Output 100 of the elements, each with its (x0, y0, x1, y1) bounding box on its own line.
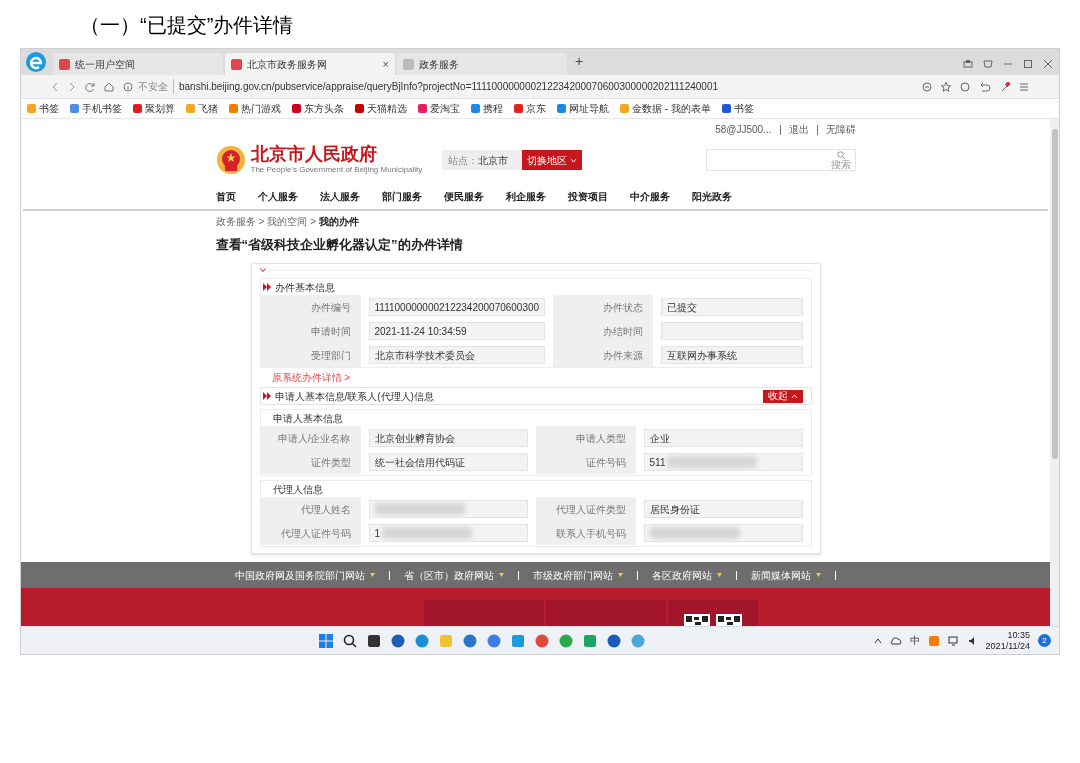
field-label: 受理部门 (310, 348, 351, 363)
clock[interactable]: 10:35 2021/11/24 (985, 629, 1030, 652)
bookmark-icon (620, 104, 629, 113)
value-field: 居民身份证 (643, 500, 803, 518)
value-field: 1 (368, 524, 528, 542)
breadcrumb-separator: > (258, 214, 265, 229)
field-label: 办件来源 (603, 348, 644, 363)
bookmark-icon (721, 104, 731, 113)
field-label: 办结时间 (603, 324, 644, 339)
field-label: 办件编号 (310, 300, 351, 315)
section-heading: （一）“已提交”办件详情 (80, 13, 294, 38)
caret-icon (618, 573, 623, 577)
zoom-out-icon[interactable] (922, 81, 932, 92)
original-details-link[interactable]: 原系统办件详情 > (271, 370, 351, 385)
bookmark-item[interactable]: 聚划算 (133, 101, 175, 116)
monitor-icon[interactable] (947, 635, 960, 646)
url-field[interactable]: banshi.beijing.gov.cn/pubservice/appraise/queryBjInfo?projectNo=111100000000212234200070600300000202111240001 (179, 79, 719, 94)
value-field: 已提交 (661, 298, 803, 316)
bookmark-item[interactable]: 天猫精选 (355, 101, 407, 116)
nav-link[interactable]: 利企服务 (505, 188, 546, 204)
search-icon[interactable] (343, 633, 357, 648)
input-method-indicator[interactable]: 中 (909, 633, 920, 648)
field-label: 代理人姓名 (300, 502, 351, 517)
close-icon[interactable] (1043, 59, 1053, 69)
close-tab-button[interactable]: × (382, 58, 389, 70)
value-field: 511 (643, 453, 803, 471)
footer-link[interactable]: 中国政府网及国务院部门网站 (235, 567, 375, 583)
nav-link[interactable]: 投资项目 (567, 188, 608, 204)
nav-link[interactable]: 法人服务 (319, 188, 360, 204)
bookmark-item[interactable]: 手机书签 (70, 101, 122, 116)
double-arrow-icon (262, 392, 272, 400)
bookmark-icon (229, 104, 238, 113)
cloud-icon[interactable] (889, 635, 902, 646)
nav-link[interactable]: 部门服务 (381, 188, 422, 204)
bookmark-item[interactable]: 书签 (27, 101, 59, 116)
chevron-up-icon (790, 393, 798, 399)
bookmark-item[interactable]: 京东 (514, 101, 546, 116)
maximize-icon[interactable] (1023, 59, 1033, 69)
station-label: 站点： (448, 153, 479, 168)
reload-icon[interactable] (85, 81, 95, 92)
footer-link[interactable]: 市级政府部门网站 (533, 567, 623, 583)
emblem-icon (215, 145, 246, 175)
nav-link[interactable]: 首页 (215, 188, 236, 204)
field-label: 联系人手机号码 (555, 526, 626, 541)
footer-link[interactable]: 各区政府网站 (652, 567, 722, 583)
nav-link[interactable]: 个人服务 (257, 188, 298, 204)
footer-link[interactable]: 省（区市）政府网站 (404, 567, 504, 583)
qr-code-icon (683, 614, 710, 626)
breadcrumb-link[interactable]: 我的空间 (267, 213, 308, 229)
caret-icon (499, 573, 504, 577)
notification-badge[interactable]: 2 (1038, 634, 1051, 647)
circle-app-icon[interactable] (487, 633, 501, 648)
bookmark-icon (471, 104, 480, 113)
field-label: 代理人证件类型 (555, 502, 626, 517)
bookmark-item[interactable]: 爱淘宝 (418, 101, 460, 116)
caret-icon (816, 573, 821, 577)
menu-icon[interactable] (1019, 81, 1029, 92)
logout-link[interactable]: 退出 (788, 122, 809, 137)
bookmark-icon (355, 104, 364, 113)
browser-tab[interactable]: 北京市政务服务网 × (225, 53, 395, 75)
caret-icon (370, 573, 375, 577)
start-icon[interactable] (319, 633, 333, 648)
bookmark-item[interactable]: 飞猪 (186, 101, 218, 116)
bookmark-star-icon[interactable] (941, 81, 951, 92)
bookmark-item[interactable]: 金数据 - 我的表单 (620, 101, 711, 116)
nav-link[interactable]: 中介服务 (629, 188, 670, 204)
account-link[interactable]: 58@JJ500... (715, 122, 772, 137)
site-favicon-icon (403, 58, 414, 70)
bookmark-item[interactable]: 热门游戏 (229, 101, 281, 116)
chevron-up-icon[interactable] (873, 637, 882, 644)
bookmark-item[interactable]: 东方头条 (292, 101, 344, 116)
forward-icon[interactable] (68, 81, 76, 92)
bookmark-item[interactable]: 网址导航 (557, 101, 609, 116)
accessibility-link[interactable]: 无障碍 (825, 122, 856, 137)
new-tab-button[interactable]: + (569, 51, 590, 72)
value-field: 111100000000212234200070600300 (368, 298, 546, 316)
undo-icon[interactable] (979, 81, 991, 92)
info-icon[interactable] (123, 81, 133, 92)
bookmark-icon (133, 104, 142, 113)
browser-tab[interactable]: 统一用户空间 (53, 53, 223, 75)
browser-tab[interactable]: 政务服务 (397, 53, 567, 75)
switch-region-button[interactable]: 切换地区 (522, 150, 583, 170)
bookmark-item[interactable]: 书签 (721, 101, 754, 116)
station-name: 北京市 (478, 153, 509, 168)
breadcrumb-link[interactable]: 政务服务 (215, 213, 256, 229)
site-logo-title[interactable]: 北京市人民政府 (250, 144, 423, 164)
collapse-button[interactable]: 收起 (762, 389, 803, 403)
home-icon[interactable] (104, 81, 114, 92)
bookmark-item[interactable]: 携程 (471, 101, 503, 116)
site-logo-subtitle: The People's Government of Beijing Municipality (250, 164, 423, 176)
nav-link[interactable]: 便民服务 (443, 188, 484, 204)
back-icon[interactable] (51, 81, 59, 92)
footer-link[interactable]: 新闻媒体网站 (751, 567, 821, 583)
security-label: 不安全 (138, 79, 174, 94)
scrollbar-thumb[interactable] (1051, 129, 1058, 459)
search-icon (836, 150, 845, 159)
printer-icon[interactable] (963, 59, 973, 69)
nav-link[interactable]: 阳光政务 (691, 188, 732, 204)
chevron-down-icon (259, 268, 266, 272)
field-label: 代理人证件号码 (280, 526, 351, 541)
